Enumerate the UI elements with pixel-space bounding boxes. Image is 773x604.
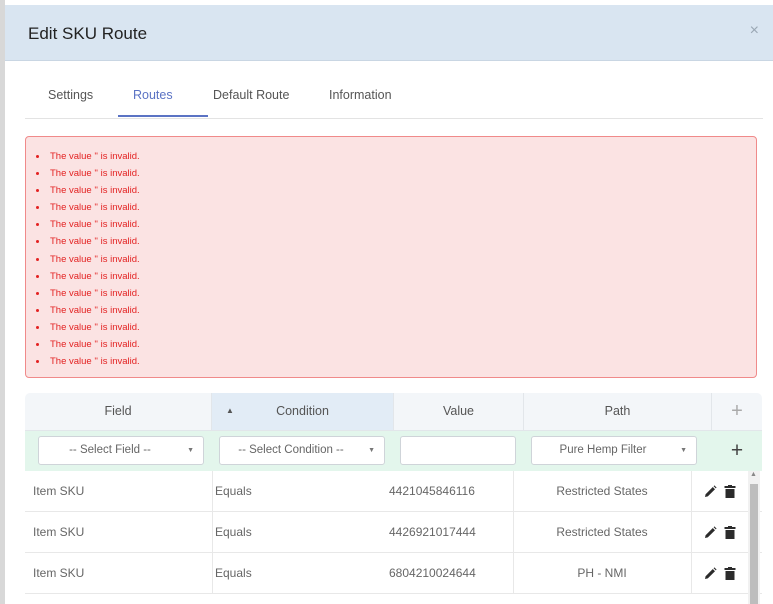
column-header-path[interactable]: Path xyxy=(524,393,712,430)
error-item: The value '' is invalid. xyxy=(36,336,756,353)
error-item: The value '' is invalid. xyxy=(36,165,756,182)
trash-icon[interactable] xyxy=(724,567,736,583)
trash-icon[interactable] xyxy=(724,526,736,542)
cell-condition: Equals xyxy=(215,566,252,580)
scrollbar-thumb[interactable] xyxy=(750,484,758,604)
modal-header: Edit SKU Route × xyxy=(5,5,773,61)
cell-path: Restricted States xyxy=(556,484,648,498)
validation-summary: The value '' is invalid. The value '' is … xyxy=(25,136,757,378)
column-divider xyxy=(691,471,692,512)
chevron-down-icon: ▼ xyxy=(680,447,687,454)
add-column-icon[interactable]: + xyxy=(712,393,762,430)
routes-grid: Field ▲ Condition Value Path + -- Select… xyxy=(25,393,762,604)
value-filter-input[interactable] xyxy=(400,436,516,465)
field-filter-value: -- Select Field -- xyxy=(69,444,151,456)
column-divider xyxy=(513,553,514,594)
grid-header: Field ▲ Condition Value Path + xyxy=(25,393,762,431)
tab-information[interactable]: Information xyxy=(329,88,392,102)
column-divider xyxy=(513,471,514,512)
cell-path: PH - NMI xyxy=(577,566,627,580)
column-header-label: Condition xyxy=(276,404,329,418)
edit-sku-route-modal: Edit SKU Route × Settings Routes Default… xyxy=(5,0,773,604)
grid-scrollbar[interactable]: ▲ xyxy=(748,471,760,604)
error-item: The value '' is invalid. xyxy=(36,216,756,233)
close-icon[interactable]: × xyxy=(750,22,759,40)
table-row[interactable]: Item SKU Equals 4426921017444 Restricted St… xyxy=(25,512,762,553)
row-actions xyxy=(698,471,748,512)
column-header-condition[interactable]: ▲ Condition xyxy=(212,393,394,430)
column-divider xyxy=(212,512,213,553)
column-divider xyxy=(691,553,692,594)
column-divider xyxy=(691,512,692,553)
column-divider xyxy=(212,471,213,512)
error-item: The value '' is invalid. xyxy=(36,285,756,302)
add-route-icon[interactable]: + xyxy=(712,431,762,471)
error-item: The value '' is invalid. xyxy=(36,182,756,199)
cell-value: 6804210024644 xyxy=(389,566,476,580)
pencil-icon[interactable] xyxy=(704,485,717,501)
chevron-down-icon: ▼ xyxy=(368,447,375,454)
path-filter-select[interactable]: Pure Hemp Filter ▼ xyxy=(531,436,697,465)
table-row[interactable]: Item SKU Equals 6804210024644 PH - NMI xyxy=(25,553,762,594)
cell-condition: Equals xyxy=(215,525,252,539)
error-item: The value '' is invalid. xyxy=(36,148,756,165)
table-row[interactable]: Item SKU Equals 4421045846116 Restricted St… xyxy=(25,471,762,512)
row-actions xyxy=(698,553,748,594)
filter-row: -- Select Field -- ▼ -- Select Condition… xyxy=(25,431,762,471)
error-list: The value '' is invalid. The value '' is … xyxy=(26,137,756,370)
condition-filter-select[interactable]: -- Select Condition -- ▼ xyxy=(219,436,385,465)
cell-value: 4421045846116 xyxy=(389,484,475,498)
error-item: The value '' is invalid. xyxy=(36,199,756,216)
cell-field: Item SKU xyxy=(33,484,85,498)
sort-ascending-icon: ▲ xyxy=(226,406,234,415)
condition-filter-value: -- Select Condition -- xyxy=(238,444,344,456)
cell-value: 4426921017444 xyxy=(389,525,476,539)
pencil-icon[interactable] xyxy=(704,567,717,583)
column-header-label: Path xyxy=(604,404,631,418)
tab-settings[interactable]: Settings xyxy=(48,88,93,102)
field-filter-select[interactable]: -- Select Field -- ▼ xyxy=(38,436,204,465)
error-item: The value '' is invalid. xyxy=(36,233,756,250)
column-header-value[interactable]: Value xyxy=(394,393,524,430)
column-header-label: Field xyxy=(104,404,132,418)
tab-routes[interactable]: Routes xyxy=(133,88,173,102)
scroll-up-icon[interactable]: ▲ xyxy=(750,471,757,478)
cell-field: Item SKU xyxy=(33,566,85,580)
error-item: The value '' is invalid. xyxy=(36,353,756,370)
column-header-label: Value xyxy=(442,404,475,418)
active-tab-indicator xyxy=(118,115,208,117)
error-item: The value '' is invalid. xyxy=(36,268,756,285)
trash-icon[interactable] xyxy=(724,485,736,501)
row-actions xyxy=(698,512,748,553)
path-filter-value: Pure Hemp Filter xyxy=(559,444,647,456)
pencil-icon[interactable] xyxy=(704,526,717,542)
error-item: The value '' is invalid. xyxy=(36,251,756,268)
column-divider xyxy=(212,553,213,594)
cell-path: Restricted States xyxy=(556,525,648,539)
error-item: The value '' is invalid. xyxy=(36,302,756,319)
column-divider xyxy=(513,512,514,553)
cell-condition: Equals xyxy=(215,484,252,498)
column-header-field[interactable]: Field xyxy=(25,393,212,430)
tab-default-route[interactable]: Default Route xyxy=(213,88,289,102)
error-item: The value '' is invalid. xyxy=(36,319,756,336)
cell-field: Item SKU xyxy=(33,525,85,539)
modal-title: Edit SKU Route xyxy=(28,24,148,43)
chevron-down-icon: ▼ xyxy=(187,447,194,454)
tab-bar: Settings Routes Default Route Informatio… xyxy=(25,80,763,119)
